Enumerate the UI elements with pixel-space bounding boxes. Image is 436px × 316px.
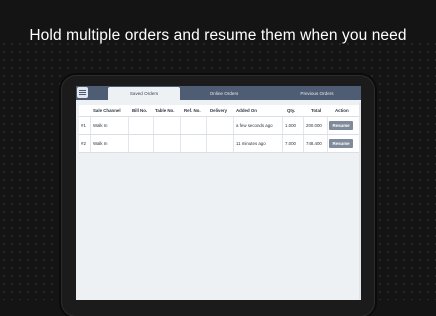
column-header-table-no: Table No.: [155, 108, 175, 113]
resume-button[interactable]: Resume: [329, 121, 353, 130]
tab-online-orders[interactable]: Online Orders: [188, 87, 260, 100]
column-header-qty: Qty.: [287, 108, 296, 113]
table-row: #2 Walk In 11 minutes ago 7.000 748.400 …: [79, 135, 359, 153]
column-header-bill-no: Bill No.: [132, 108, 148, 113]
column-header-ref-no: Ref. No.: [184, 108, 201, 113]
tab-previous-orders[interactable]: Previous Orders: [281, 87, 353, 100]
column-header-added-on: Added On: [236, 108, 257, 113]
table-header-row: Sale Channel Bill No. Table No. Ref. No.…: [79, 105, 359, 117]
qty-cell: 1.000: [285, 123, 296, 128]
column-header-action: Action: [335, 108, 349, 113]
hamburger-menu-icon[interactable]: [77, 87, 88, 98]
sale-channel-cell: Walk In: [93, 123, 108, 128]
qty-cell: 7.000: [285, 141, 296, 146]
resume-button[interactable]: Resume: [329, 139, 353, 148]
added-on-cell: a few seconds ago: [236, 123, 273, 128]
saved-orders-table: Sale Channel Bill No. Table No. Ref. No.…: [79, 105, 359, 153]
row-index: #2: [81, 141, 86, 146]
headline: Hold multiple orders and resume them whe…: [29, 27, 407, 44]
table-row: #1 Walk In a few seconds ago 1.000 200.0…: [79, 117, 359, 135]
column-header-sale-channel: Sale Channel: [93, 108, 121, 113]
tab-saved-orders[interactable]: Saved Orders: [108, 87, 180, 100]
added-on-cell: 11 minutes ago: [236, 141, 266, 146]
row-index: #1: [81, 123, 86, 128]
total-cell: 748.400: [306, 141, 322, 146]
scrollbar[interactable]: [359, 102, 361, 300]
column-header-total: Total: [311, 108, 322, 113]
total-cell: 200.000: [306, 123, 322, 128]
app-screen: Saved Orders Online Orders Previous Orde…: [76, 86, 361, 300]
column-header-delivery: Delivery: [210, 108, 228, 113]
sale-channel-cell: Walk In: [93, 141, 108, 146]
top-bar: Saved Orders Online Orders Previous Orde…: [76, 86, 361, 100]
